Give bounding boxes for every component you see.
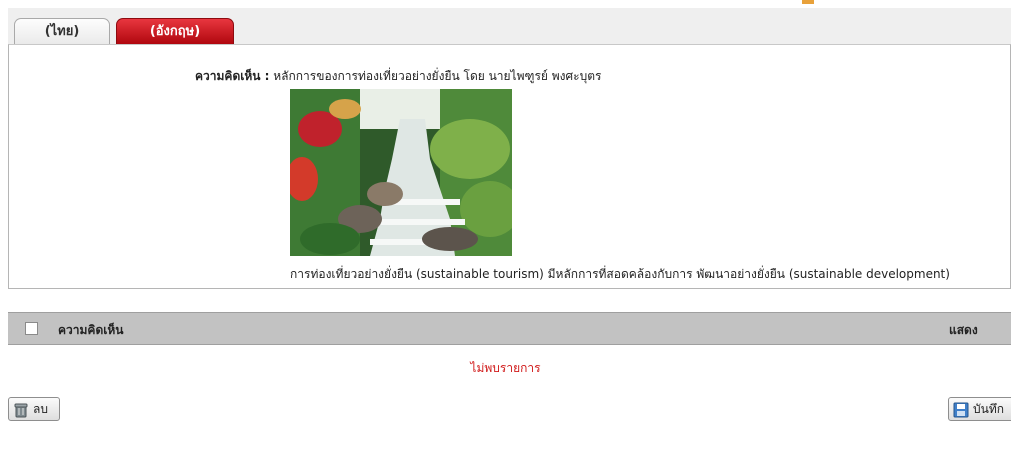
column-header-show: แสดง: [949, 323, 978, 337]
comment-list-header: ความคิดเห็น แสดง: [8, 312, 1011, 345]
waterfall-image: [290, 89, 512, 256]
waterfall-photo: [290, 89, 512, 256]
photo-caption: การท่องเที่ยวอย่างยั่งยืน (sustainable t…: [290, 267, 950, 281]
comment-label: ความคิดเห็น :: [195, 69, 270, 83]
comment-title-row: ความคิดเห็น : หลักการของการท่องเที่ยวอย่…: [195, 67, 601, 86]
select-all-checkbox[interactable]: [25, 322, 38, 335]
floppy-disk-icon: [953, 402, 969, 417]
corner-mark: [802, 0, 814, 4]
tab-english[interactable]: (อังกฤษ): [116, 18, 234, 44]
trash-icon: [14, 403, 28, 417]
save-button[interactable]: บันทึก: [948, 397, 1011, 421]
content-panel: ความคิดเห็น : หลักการของการท่องเที่ยวอย่…: [8, 44, 1011, 289]
tab-thai[interactable]: (ไทย): [14, 18, 110, 44]
tab-strip: (ไทย) (อังกฤษ): [0, 0, 1011, 44]
delete-button[interactable]: ลบ: [8, 397, 60, 421]
column-header-comment: ความคิดเห็น: [58, 323, 124, 337]
delete-button-label: ลบ: [33, 402, 48, 416]
save-button-label: บันทึก: [973, 402, 1004, 416]
empty-list-message: ไม่พบรายการ: [470, 361, 541, 375]
comment-text: หลักการของการท่องเที่ยวอย่างยั่งยืน โดย …: [273, 69, 602, 83]
